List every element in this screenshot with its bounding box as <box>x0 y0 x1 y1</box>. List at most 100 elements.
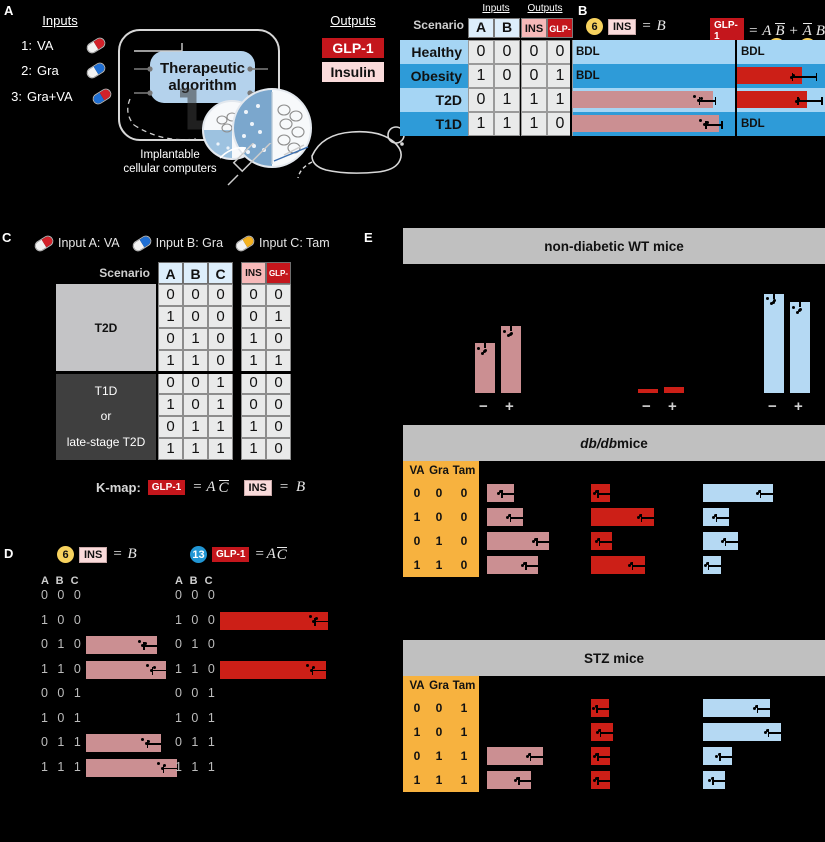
panelc-cell: 1 <box>158 394 183 416</box>
axis-tick-label: − <box>479 398 488 415</box>
error-bar-cap <box>732 753 734 761</box>
panelc-cell: 0 <box>158 416 183 438</box>
error-bar-cap <box>653 514 656 522</box>
section-title-rest: mice <box>616 435 648 451</box>
error-bar-line <box>705 124 722 126</box>
error-bar-line <box>698 100 715 102</box>
error-bar-cap <box>538 562 540 570</box>
input-row-1: 1: VA <box>18 35 108 56</box>
badge-6: 6 <box>586 18 603 35</box>
panelb-header-ins: INS <box>521 18 547 38</box>
kmap-ins-b: B <box>296 479 306 495</box>
error-bar-line <box>505 319 516 321</box>
paneld-ins-expr: B <box>127 546 137 562</box>
axis-tick-label: − <box>642 398 651 415</box>
legend-input-c: Input C: Tam <box>233 233 330 253</box>
panelc-cell: 0 <box>266 372 291 394</box>
table-row: 1 <box>435 534 443 548</box>
paneld-chip-glp1: GLP-1 <box>212 547 250 562</box>
kmap-glp-cbar: C <box>218 479 229 496</box>
panelc-group-line-0: T1D <box>94 383 118 398</box>
table-row: 1 <box>460 749 468 763</box>
table-row: 0 <box>435 486 443 500</box>
panelc-cell: 0 <box>208 306 233 328</box>
kmap-chip-ins: INS <box>243 479 272 496</box>
data-point <box>141 737 145 741</box>
ins-eq-sign: = <box>641 18 652 34</box>
list-item: 0 1 1 <box>41 735 84 749</box>
panelc-cell: 1 <box>266 306 291 328</box>
error-bar-cap <box>514 490 516 498</box>
error-bar-cap <box>157 642 159 650</box>
table-header-cell: Gra <box>429 465 449 477</box>
axis-tick-label: − <box>768 398 777 415</box>
list-item: 0 1 0 <box>175 637 218 651</box>
error-bar-cap <box>773 286 775 299</box>
error-bar-cap <box>325 666 328 675</box>
error-bar-line <box>712 780 726 782</box>
data-point <box>772 300 776 304</box>
data-point <box>160 766 164 770</box>
panelc-cell: 0 <box>158 284 183 306</box>
error-bar-line <box>311 669 326 671</box>
data-point <box>503 329 507 333</box>
axis-tick-label: + <box>794 398 803 415</box>
table-row: Healthy <box>400 40 468 64</box>
bdl-label: BDL <box>576 70 600 82</box>
table-row: 0 <box>460 558 468 572</box>
capsule-gra-va-icon <box>90 86 114 107</box>
panelc-cell: 1 <box>241 328 266 350</box>
glp-expr-a: A <box>762 22 772 39</box>
panelc-scenario-header: Scenario <box>99 266 150 280</box>
data-point <box>629 561 633 565</box>
panelc-cell: 0 <box>241 394 266 416</box>
list-item: 1 1 1 <box>175 759 218 774</box>
panelb-inputs-group-header: Inputs <box>482 3 510 14</box>
error-bar-line <box>759 493 773 495</box>
panel-d-letter: D <box>4 546 14 561</box>
error-bar-cap <box>772 490 775 498</box>
table-row: T1D <box>400 112 468 136</box>
panelc-header-ins: INS <box>241 262 266 284</box>
data-point <box>312 619 315 623</box>
panelc-cell: 0 <box>241 306 266 328</box>
paneld-ins-header: 6 INS = B <box>57 546 137 563</box>
bar <box>572 91 713 108</box>
table-row: 0 <box>435 510 443 524</box>
table-row: 0 <box>460 534 468 548</box>
panelb-header-glp1: GLP-1 <box>547 18 573 54</box>
error-bar-line <box>767 732 781 734</box>
panelc-cell: 0 <box>183 372 208 394</box>
panel-e-section: db/db mice VA Gra Tam 0 0 0 1 0 0 0 1 0 1 1 0 <box>403 425 825 633</box>
panelb-cell: 0 <box>521 64 547 88</box>
error-bar-cap <box>721 121 723 129</box>
panelc-header-glp-1: GLP-1 <box>266 262 291 300</box>
error-bar-cap <box>522 514 525 522</box>
panelc-cell: 1 <box>208 438 233 460</box>
bdl-label: BDL <box>576 46 600 58</box>
data-point <box>137 639 141 643</box>
error-bar-cap <box>160 740 163 748</box>
error-bar-line <box>715 517 729 519</box>
error-bar-cap <box>609 705 611 713</box>
caption-line-2: cellular computers <box>123 163 217 176</box>
glp-expr-plus: + <box>788 22 799 39</box>
output-chip-insulin: Insulin <box>322 62 384 82</box>
panelb-cell: 0 <box>468 88 494 112</box>
panelc-group-t2d: T2D <box>56 284 156 372</box>
table-row: 0 <box>460 486 468 500</box>
kmap-chip-glp1: GLP-1 <box>147 480 186 495</box>
error-bar-cap <box>720 562 723 570</box>
panelc-cell: 1 <box>241 438 266 460</box>
panelc-cell: 0 <box>208 350 233 372</box>
table-row: 1 <box>460 773 468 787</box>
list-item: 1 0 1 <box>41 710 84 725</box>
error-bar-line <box>768 286 779 289</box>
error-bar-line <box>597 493 611 495</box>
panelb-outputs-group-header: Outputs <box>527 3 563 14</box>
error-bar-line <box>518 780 532 782</box>
input-row-2: 2: Gra <box>18 60 108 81</box>
paneld-left-abc-header: A B C <box>41 575 81 587</box>
panel-e-letter: E <box>364 230 373 245</box>
error-bar-cap <box>610 490 612 498</box>
